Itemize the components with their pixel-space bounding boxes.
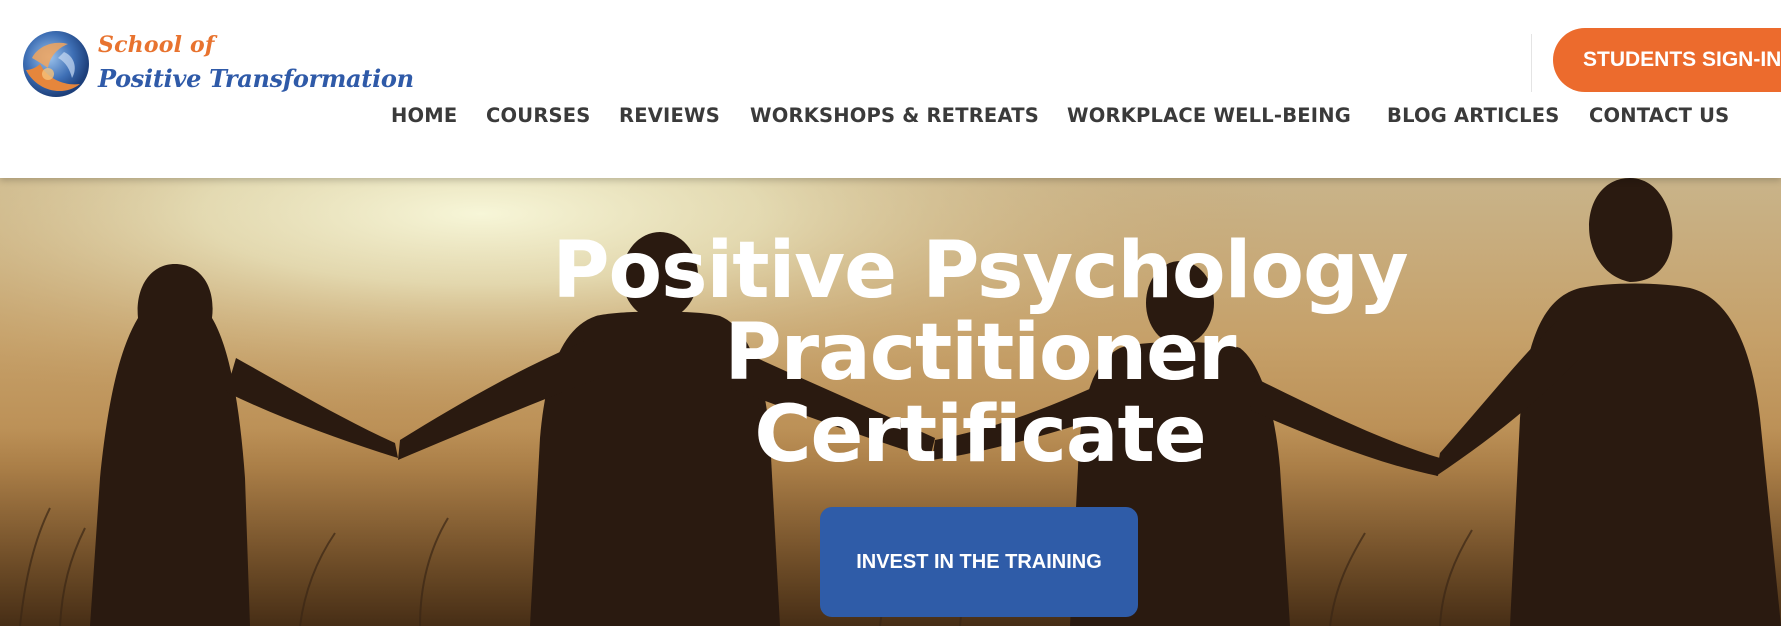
hero-title-line-3: Certificate <box>754 390 1206 480</box>
logo-text-line1: School of <box>98 32 215 58</box>
logo-mark-icon <box>23 31 89 97</box>
nav-item-reviews[interactable]: REVIEWS <box>619 104 720 127</box>
hero-title-line-1: Positive Psychology <box>552 226 1408 316</box>
hero-title-line-2: Practitioner <box>724 308 1236 398</box>
nav-item-courses[interactable]: COURSES <box>486 104 591 127</box>
nav-item-contact-us[interactable]: CONTACT US <box>1589 104 1729 127</box>
nav-item-blog-articles[interactable]: BLOG ARTICLES <box>1387 104 1559 127</box>
invest-in-training-button[interactable]: INVEST IN THE TRAINING <box>820 507 1138 617</box>
hero-title: Positive Psychology Practitioner Certifi… <box>430 230 1530 476</box>
site-logo[interactable]: School of Positive Transformation <box>18 28 414 103</box>
nav-item-workshops-retreats[interactable]: WORKSHOPS & RETREATS <box>750 104 1039 127</box>
site-header: School of Positive Transformation STUDEN… <box>0 0 1781 178</box>
students-sign-in-button[interactable]: STUDENTS SIGN-IN <box>1553 28 1781 92</box>
nav-item-home[interactable]: HOME <box>391 104 457 127</box>
logo-text-line2: Positive Transformation <box>98 64 414 93</box>
main-nav: HOME COURSES REVIEWS WORKSHOPS & RETREAT… <box>0 104 1781 134</box>
header-divider <box>1531 34 1532 92</box>
hero-section: Positive Psychology Practitioner Certifi… <box>0 178 1781 626</box>
nav-item-workplace-well-being[interactable]: WORKPLACE WELL-BEING <box>1067 104 1351 127</box>
